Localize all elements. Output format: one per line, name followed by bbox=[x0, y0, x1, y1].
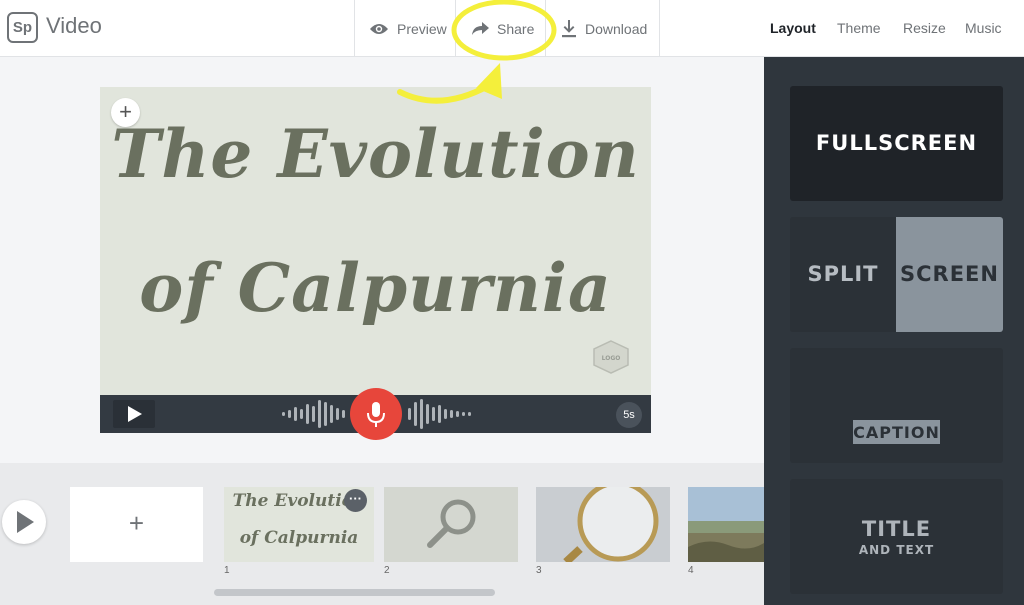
layout-title-text[interactable]: TITLE AND TEXT bbox=[790, 479, 1003, 594]
top-bar: Sp Video Preview Share Download Layout T… bbox=[0, 0, 1024, 57]
add-content-button[interactable]: + bbox=[111, 98, 140, 127]
toolbar-divider bbox=[545, 0, 546, 57]
layout-screen-label: SCREEN bbox=[900, 262, 999, 286]
slide-duration-badge[interactable]: 5s bbox=[616, 402, 642, 428]
slide-options-button[interactable]: ··· bbox=[344, 489, 367, 512]
slide-thumbnail-4[interactable] bbox=[688, 487, 764, 562]
slide-number-4: 4 bbox=[688, 565, 694, 576]
download-button[interactable]: Download bbox=[561, 0, 647, 57]
slide-canvas[interactable]: The Evolution of Calpurnia bbox=[100, 87, 651, 395]
spark-logo: Sp bbox=[7, 12, 38, 43]
toolbar-divider bbox=[455, 0, 456, 57]
timeline-scrollbar[interactable] bbox=[214, 589, 495, 596]
slide-number-2: 2 bbox=[384, 565, 390, 576]
tab-music[interactable]: Music bbox=[965, 20, 1002, 36]
share-label: Share bbox=[497, 20, 535, 37]
download-label: Download bbox=[585, 20, 648, 37]
toolbar-divider bbox=[659, 0, 660, 57]
thumb-title-line2: of Calpurnia bbox=[239, 528, 359, 548]
app-title: Video bbox=[46, 13, 102, 38]
preview-button[interactable]: Preview bbox=[369, 0, 447, 57]
layout-caption-label: CAPTION bbox=[853, 423, 940, 442]
record-button[interactable] bbox=[350, 388, 402, 440]
layout-title-label: TITLE bbox=[861, 517, 932, 541]
slide-thumbnail-3[interactable] bbox=[536, 487, 670, 562]
share-button[interactable]: Share bbox=[471, 0, 534, 57]
magnifying-glass-icon bbox=[427, 499, 476, 548]
toolbar-divider bbox=[354, 0, 355, 57]
layout-title-sub-label: AND TEXT bbox=[858, 543, 935, 557]
slide-title-line1[interactable]: The Evolution bbox=[100, 115, 651, 193]
layout-caption[interactable]: CAPTION bbox=[790, 348, 1003, 463]
share-arrow-icon bbox=[472, 21, 489, 35]
layout-split-label: SPLIT bbox=[807, 262, 879, 286]
slide-number-3: 3 bbox=[536, 565, 542, 576]
play-icon bbox=[128, 406, 142, 422]
landscape-photo bbox=[688, 487, 764, 562]
layout-fullscreen-label: FULLSCREEN bbox=[815, 131, 978, 155]
slide-number-1: 1 bbox=[224, 565, 230, 576]
play-icon bbox=[17, 511, 34, 533]
logo-placeholder[interactable]: LOGO bbox=[592, 340, 630, 374]
microphone-icon bbox=[367, 402, 385, 427]
play-all-button[interactable] bbox=[2, 500, 46, 544]
logo-badge-text: LOGO bbox=[602, 355, 621, 362]
download-icon bbox=[562, 19, 576, 37]
preview-label: Preview bbox=[397, 20, 447, 37]
slide-thumbnail-1[interactable]: The Evolution of Calpurnia ··· bbox=[224, 487, 374, 562]
layout-split-screen[interactable]: SPLIT SCREEN bbox=[790, 217, 1003, 332]
eye-icon bbox=[370, 23, 388, 34]
layout-fullscreen[interactable]: FULLSCREEN bbox=[790, 86, 1003, 201]
tab-resize[interactable]: Resize bbox=[903, 20, 946, 36]
magnifier-photo bbox=[536, 487, 670, 562]
slide-title-line2[interactable]: of Calpurnia bbox=[100, 249, 651, 327]
slide-thumbnail-2[interactable] bbox=[384, 487, 518, 562]
add-slide-button[interactable]: + bbox=[70, 487, 203, 562]
tab-layout[interactable]: Layout bbox=[770, 20, 816, 36]
slide-play-button[interactable] bbox=[113, 400, 155, 428]
tab-theme[interactable]: Theme bbox=[837, 20, 881, 36]
